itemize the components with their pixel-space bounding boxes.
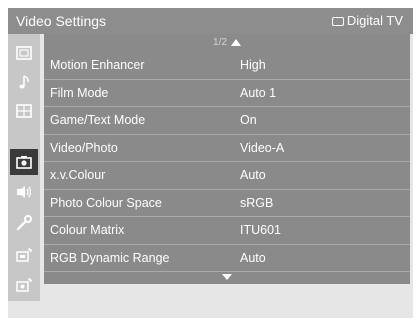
music-note-icon — [19, 75, 29, 89]
settings-panel: 1/2 Motion Enhancer High Film Mode Auto … — [44, 34, 410, 284]
setting-row-rgb-dynamic-range[interactable]: RGB Dynamic Range Auto — [44, 245, 410, 272]
setting-label: Photo Colour Space — [50, 195, 162, 210]
setting-label: x.v.Colour — [50, 168, 106, 182]
setting-row-motion-enhancer[interactable]: Motion Enhancer High — [44, 52, 410, 80]
setting-label: Film Mode — [50, 85, 109, 100]
setting-label: Video/Photo — [50, 140, 118, 155]
sidebar-item-settings[interactable] — [10, 210, 38, 236]
tv-icon — [331, 16, 344, 26]
setting-value: sRGB — [240, 195, 274, 210]
page-indicator: 1/2 — [44, 34, 410, 52]
camera-icon — [16, 156, 32, 169]
title-bar: Video Settings Digital TV — [8, 8, 413, 34]
setting-row-video-photo[interactable]: Video/Photo Video-A — [44, 135, 410, 162]
category-sidebar — [8, 34, 40, 301]
grid-icon — [16, 104, 32, 118]
sidebar-item-grid[interactable] — [10, 98, 38, 124]
setting-label: RGB Dynamic Range — [50, 250, 170, 265]
sidebar-item-video[interactable] — [10, 149, 38, 175]
sidebar-item-picture[interactable] — [10, 40, 38, 66]
sidebar-item-music[interactable] — [10, 69, 38, 95]
scroll-up-icon[interactable] — [230, 38, 241, 46]
sidebar-item-sound[interactable] — [10, 179, 38, 205]
setting-value: Auto 1 — [240, 85, 277, 100]
picture-icon — [16, 46, 32, 60]
sidebar-item-external-inputs[interactable] — [10, 272, 38, 298]
page-number: 1/2 — [213, 37, 227, 48]
input-source-indicator: Digital TV — [331, 13, 403, 29]
setting-value: High — [240, 58, 266, 72]
setting-value: Video-A — [240, 140, 285, 155]
wrench-icon — [16, 215, 32, 231]
input-source-label: Digital TV — [346, 13, 403, 28]
antenna-screen-2-icon — [16, 277, 33, 292]
setting-value: Auto — [240, 250, 266, 265]
setting-row-film-mode[interactable]: Film Mode Auto 1 — [44, 80, 410, 107]
tv-menu-screen: Video Settings Digital TV 1/2 Motion Enh… — [8, 8, 413, 318]
settings-list: Motion Enhancer High Film Mode Auto 1 Ga… — [44, 52, 410, 272]
antenna-screen-icon — [16, 247, 33, 262]
setting-value: ITU601 — [240, 223, 281, 237]
page-title: Video Settings — [16, 13, 107, 29]
setting-value: On — [240, 113, 257, 127]
setting-row-photo-colour-space[interactable]: Photo Colour Space sRGB — [44, 190, 410, 217]
speaker-icon — [17, 186, 32, 198]
setting-label: Colour Matrix — [50, 223, 125, 237]
setting-row-colour-matrix[interactable]: Colour Matrix ITU601 — [44, 217, 410, 245]
setting-label: Motion Enhancer — [50, 58, 145, 72]
sidebar-item-channels[interactable] — [10, 242, 38, 268]
setting-row-game-text-mode[interactable]: Game/Text Mode On — [44, 107, 410, 135]
setting-label: Game/Text Mode — [50, 113, 146, 127]
setting-row-xv-colour[interactable]: x.v.Colour Auto — [44, 162, 410, 190]
scroll-down-icon[interactable] — [222, 274, 232, 280]
setting-value: Auto — [240, 168, 266, 182]
